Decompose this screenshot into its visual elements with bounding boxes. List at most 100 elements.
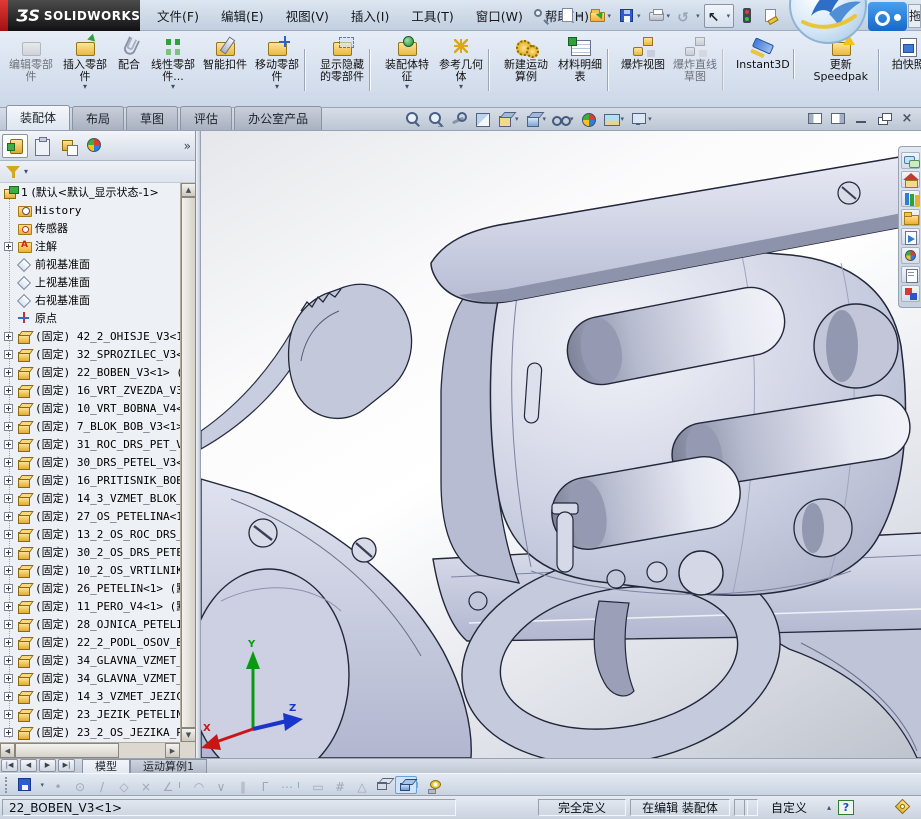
tree-item[interactable]: 原点 [0, 309, 180, 327]
tab-nav-button[interactable]: ◀ [20, 759, 37, 772]
show-hidden-button[interactable]: 显示隐藏的零部件 [315, 33, 369, 91]
tree-item[interactable]: (固定) 42_2_OHISJE_V3<1 [0, 327, 180, 345]
appearances-icon[interactable] [901, 247, 920, 264]
sketch-trim-tool[interactable]: × [135, 776, 157, 794]
expander-icon[interactable] [4, 548, 13, 557]
tree-item[interactable]: (固定) 34_GLAVNA_VZMET_ [0, 651, 180, 669]
sketch-circle-tool[interactable]: ⊙ [69, 776, 91, 794]
expander-icon[interactable] [4, 350, 13, 359]
options-button[interactable] [759, 4, 782, 28]
toolbar-set-label[interactable]: 自定义 [754, 799, 824, 816]
expander-icon[interactable] [4, 368, 13, 377]
propertymanager-tab[interactable] [29, 134, 55, 158]
scroll-up-icon[interactable]: ▲ [181, 183, 196, 197]
tree-filter-row[interactable]: ▾ [0, 161, 195, 183]
expander-icon[interactable] [4, 638, 13, 647]
expander-icon[interactable] [4, 728, 13, 737]
tab-sketch[interactable]: 草图 [126, 106, 178, 130]
slot-tool[interactable]: ▭ [307, 776, 329, 794]
tree-item[interactable]: (固定) 30_DRS_PETEL_V3< [0, 453, 180, 471]
expander-icon[interactable] [4, 458, 13, 467]
expander-icon[interactable] [4, 476, 13, 485]
expander-icon[interactable] [4, 674, 13, 683]
tree-item[interactable]: (固定) 14_3_VZMET_BLOK_ [0, 489, 180, 507]
tree-root-item[interactable]: 1 (默认<默认_显示状态-1> [0, 183, 180, 201]
sketch-parallel-tool[interactable]: ∥ [232, 776, 254, 794]
menu-item[interactable]: 窗口(W) [465, 6, 534, 25]
tree-item[interactable]: 右视基准面 [0, 291, 180, 309]
tab-evaluate[interactable]: 评估 [180, 106, 232, 130]
tree-item[interactable]: (固定) 23_JEZIK_PETELIN [0, 705, 180, 723]
tree-item[interactable]: (固定) 13_2_OS_ROC_DRS_ [0, 525, 180, 543]
tree-item[interactable]: (固定) 28_OJNICA_PETELI [0, 615, 180, 633]
motion-study-tab[interactable]: 运动算例1 [130, 759, 207, 773]
scroll-left-icon[interactable]: ◀ [0, 743, 15, 758]
tree-item[interactable]: 传感器 [0, 219, 180, 237]
undo-button[interactable]: ↺ [674, 4, 703, 28]
tab-nav-button[interactable]: ▶| [58, 759, 75, 772]
tab-layout[interactable]: 布局 [72, 106, 124, 130]
expander-icon[interactable] [4, 584, 13, 593]
tree-item[interactable]: (固定) 10_2_OS_VRTILNIK [0, 561, 180, 579]
scroll-down-icon[interactable]: ▼ [181, 728, 196, 742]
sketch-polygon-tool[interactable]: ◇ [113, 776, 135, 794]
zoom-area-button[interactable] [425, 109, 447, 129]
tree-item[interactable]: (固定) 32_SPROZILEC_V3< [0, 345, 180, 363]
bom-button[interactable]: 材料明细表 [553, 33, 607, 91]
expander-icon[interactable] [4, 386, 13, 395]
smart-fasteners-button[interactable]: 智能扣件 [200, 33, 250, 79]
tree-item[interactable]: 上视基准面 [0, 273, 180, 291]
sketch-point-tool[interactable]: • [47, 776, 69, 794]
expander-icon[interactable] [4, 494, 13, 503]
motion-study-button[interactable]: 新建运动算例 [499, 33, 553, 91]
assembly-features-button[interactable]: 装配体特征 [380, 33, 434, 91]
expander-icon[interactable] [4, 512, 13, 521]
tag-icon[interactable] [895, 799, 911, 815]
sketch-angle-tool[interactable]: ∠ [157, 776, 179, 794]
magnify-button[interactable] [448, 109, 470, 129]
tree-item[interactable]: (固定) 31_ROC_DRS_PET_V [0, 435, 180, 453]
save-button[interactable] [615, 4, 644, 28]
tree-item[interactable]: (固定) 7_BLOK_BOB_V3<1> [0, 417, 180, 435]
tree-item[interactable]: (固定) 16_PRITISNIK_BOB [0, 471, 180, 489]
expander-icon[interactable] [4, 602, 13, 611]
featuremanager-tab[interactable] [2, 134, 28, 158]
select-button[interactable]: ↖ [704, 4, 735, 28]
zoom-fit-button[interactable] [402, 109, 424, 129]
explode-lines-button[interactable]: 爆炸直线草图 [668, 33, 722, 91]
tree-item[interactable]: (固定) 22_2_PODL_OSOV_B [0, 633, 180, 651]
apply-scene-button[interactable] [600, 109, 627, 129]
snapshot-button[interactable]: 拍快照 [889, 33, 921, 79]
expand-status-icon[interactable]: ▴ [822, 799, 836, 816]
close-button[interactable]: × [898, 110, 916, 127]
tree-item[interactable]: (固定) 11_PERO_V4<1> (默 [0, 597, 180, 615]
resources-icon[interactable] [901, 171, 920, 188]
menu-item[interactable]: 文件(F) [146, 6, 210, 25]
file-explorer-icon[interactable] [901, 209, 920, 226]
sketch-perpendicular-tool[interactable]: Γ [254, 776, 276, 794]
graphics-viewport[interactable]: Y X Z [201, 131, 921, 758]
overlay-app-icon[interactable] [868, 2, 907, 31]
minimize-button[interactable] [852, 110, 870, 127]
tree-item[interactable]: (固定) 34_GLAVNA_VZMET_ [0, 669, 180, 687]
display-shaded-button[interactable] [395, 776, 417, 794]
edit-appearance-button[interactable] [577, 109, 599, 129]
exploded-view-button[interactable]: 爆炸视图 [618, 33, 668, 79]
tab-assembly[interactable]: 装配体 [6, 105, 70, 130]
design-library-icon[interactable] [901, 190, 920, 207]
tree-item[interactable]: History [0, 201, 180, 219]
pane-toggle-left-button[interactable] [806, 110, 824, 127]
hide-show-items-button[interactable] [549, 109, 576, 129]
move-component-button[interactable]: 移动零部件 [250, 33, 304, 91]
view-settings-button[interactable] [627, 109, 654, 129]
tab-nav-button[interactable]: ▶ [39, 759, 56, 772]
expander-icon[interactable] [4, 332, 13, 341]
tree-vertical-scrollbar[interactable]: ▲ ▼ [180, 183, 195, 742]
save-button-2[interactable] [15, 776, 37, 794]
filter-dropdown-icon[interactable]: ▾ [24, 167, 28, 176]
menu-item[interactable]: 工具(T) [400, 6, 464, 25]
angle-snap-tool[interactable]: △ [351, 776, 373, 794]
horizontal-scroll-thumb[interactable] [15, 743, 119, 758]
configurationmanager-tab[interactable] [56, 134, 82, 158]
tree-item[interactable]: (固定) 26_PETELIN<1> (默 [0, 579, 180, 597]
